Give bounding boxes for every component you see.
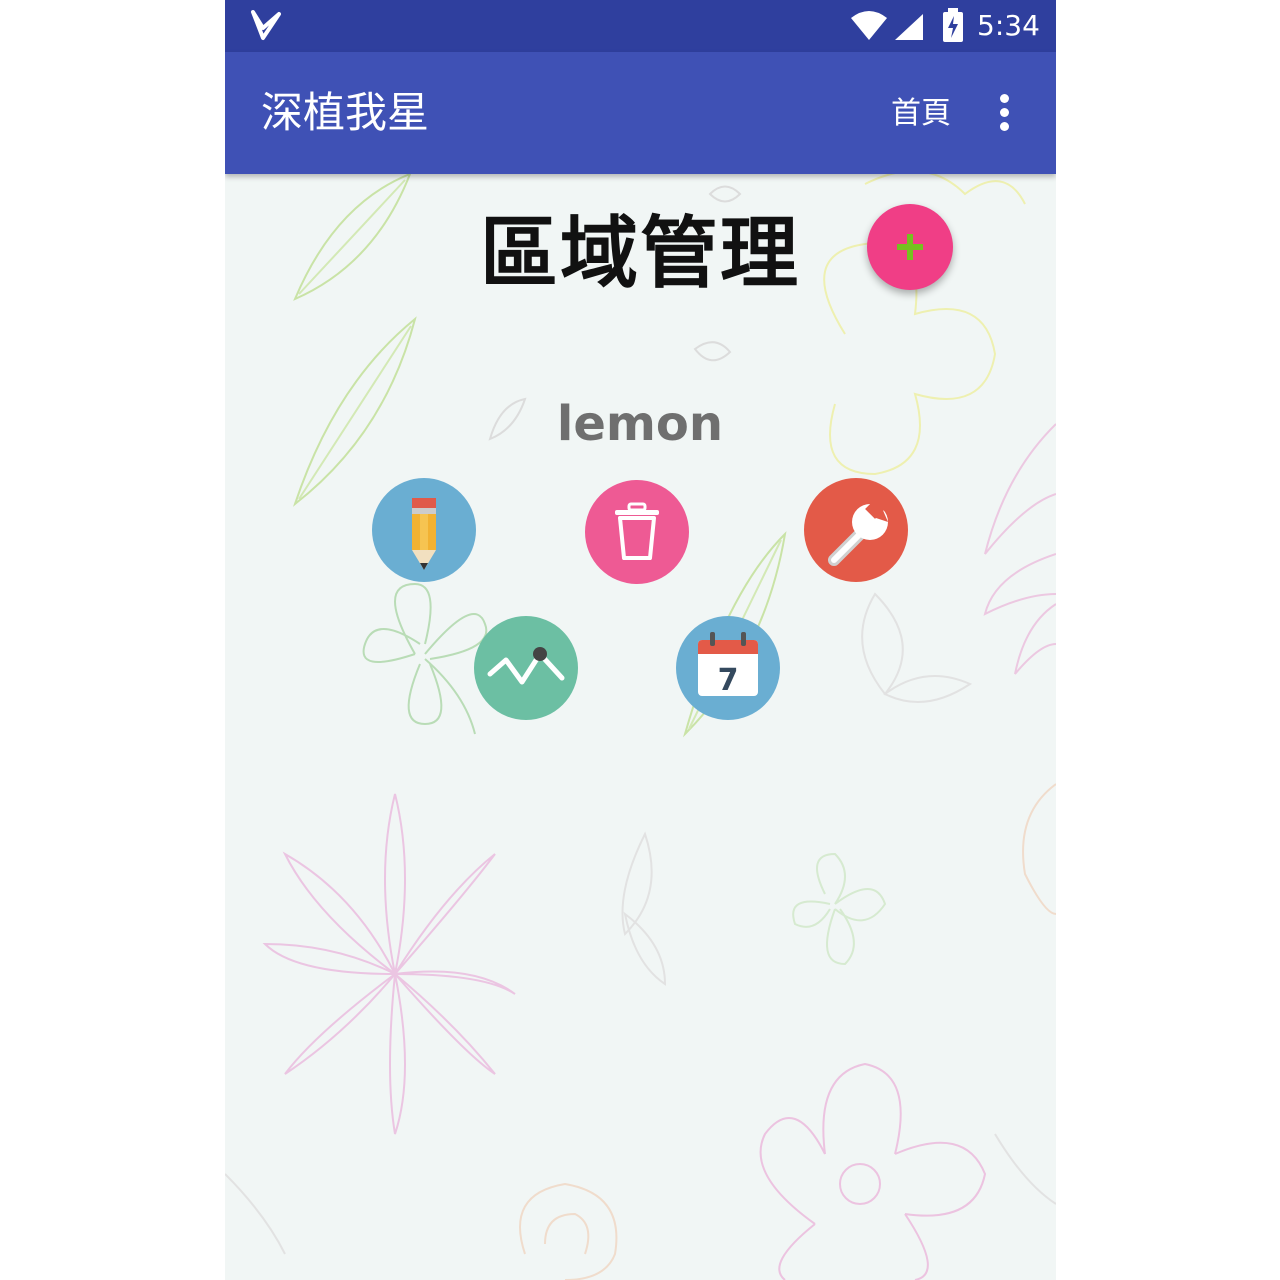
- area-chart-button[interactable]: [474, 616, 578, 720]
- calendar-day-label: 7: [718, 663, 739, 698]
- add-area-button[interactable]: [867, 204, 953, 290]
- wrench-icon: [828, 499, 888, 566]
- phone-screen: 5:34 深植我星 首頁 區域管理 lemon 7: [225, 0, 1056, 1280]
- home-button[interactable]: 首頁: [891, 92, 951, 136]
- status-time: 5:34: [977, 9, 1040, 42]
- pencil-icon: [412, 498, 436, 570]
- plus-icon: [897, 234, 923, 260]
- page-title: 區域管理: [480, 209, 801, 299]
- area-name: lemon: [556, 396, 724, 452]
- trash-icon: [615, 502, 659, 560]
- area-calendar-button[interactable]: 7: [676, 616, 780, 720]
- signal-icon: [895, 14, 923, 40]
- more-vert-icon[interactable]: [985, 90, 1023, 136]
- app-title: 深植我星: [261, 88, 430, 137]
- delete-area-button[interactable]: [585, 480, 689, 584]
- area-settings-button[interactable]: [804, 478, 908, 582]
- wifi-icon: [851, 11, 887, 40]
- app-notification-icon: [251, 10, 281, 40]
- floral-background: [225, 174, 1056, 1280]
- battery-icon: [943, 8, 963, 42]
- calendar-icon: 7: [698, 632, 758, 698]
- main-content: 區域管理 lemon 7: [225, 174, 1056, 1280]
- line-chart-icon: [487, 647, 565, 685]
- menu-dot: [1000, 122, 1009, 131]
- status-bar: 5:34: [225, 0, 1056, 52]
- app-bar: 深植我星 首頁: [225, 52, 1056, 174]
- edit-area-button[interactable]: [372, 478, 476, 582]
- menu-dot: [1000, 108, 1009, 117]
- menu-dot: [1000, 94, 1009, 103]
